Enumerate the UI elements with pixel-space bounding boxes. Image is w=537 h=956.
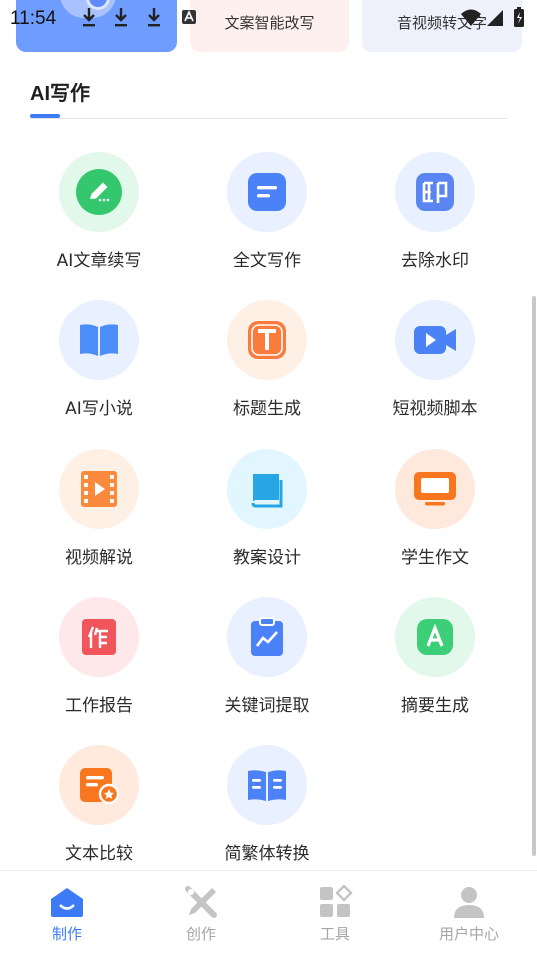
- tool-summary-generation[interactable]: 摘要生成: [370, 597, 500, 727]
- tool-icon-circle: [395, 300, 475, 380]
- nav-label: 创作: [185, 925, 216, 943]
- tool-icon-circle: [395, 597, 475, 677]
- tool-label: 短视频脚本: [392, 399, 478, 419]
- grid-icon: [320, 885, 353, 917]
- tool-ai-continue-writing[interactable]: AI文章续写: [34, 152, 164, 282]
- tool-icon-circle: [59, 745, 139, 825]
- tool-icon-circle: [227, 300, 307, 380]
- tool-simplified-traditional-convert[interactable]: 简繁体转换: [202, 745, 332, 875]
- signal-icon: [487, 10, 503, 26]
- tool-title-generation[interactable]: 标题生成: [202, 300, 332, 430]
- document-icon: [248, 173, 286, 211]
- tool-video-commentary[interactable]: 视频解说: [34, 449, 164, 579]
- tool-icon-circle: [59, 300, 139, 380]
- nav-item-tools[interactable]: 工具: [268, 871, 402, 956]
- film-icon: [81, 471, 117, 507]
- tool-keyword-extraction[interactable]: 关键词提取: [202, 597, 332, 727]
- battery-icon: [514, 7, 524, 27]
- tool-label: 学生作文: [401, 548, 469, 568]
- download-icon: [83, 8, 95, 27]
- home-icon: [51, 888, 83, 917]
- tool-icon-circle: [395, 449, 475, 529]
- compare-doc-icon: [80, 768, 120, 805]
- tool-icon-circle: [227, 597, 307, 677]
- tool-full-text-writing[interactable]: 全文写作: [202, 152, 332, 282]
- tool-icon-circle: [59, 152, 139, 232]
- tool-label: 标题生成: [233, 399, 301, 419]
- download-icon: [115, 8, 127, 27]
- tool-icon-circle: [227, 449, 307, 529]
- tool-label: 全文写作: [233, 251, 301, 271]
- nav-label: 工具: [319, 925, 350, 943]
- nav-item-make[interactable]: 制作: [0, 871, 134, 956]
- textbook-icon: [251, 474, 283, 508]
- stamp-icon: [416, 173, 454, 211]
- section-title: AI写作: [30, 83, 90, 105]
- tool-label: 摘要生成: [401, 696, 469, 716]
- tools-icon: [185, 886, 217, 918]
- tool-label: 视频解说: [65, 548, 133, 568]
- pencil-icon: [76, 169, 122, 215]
- tool-label: 简繁体转换: [224, 844, 310, 864]
- title-t-icon: [248, 321, 286, 359]
- top-area: 文案智能改写 音视频转文字 11:54: [0, 0, 537, 60]
- promo-card-2[interactable]: 文案智能改写: [190, 0, 349, 52]
- status-time: 11:54: [10, 8, 57, 29]
- video-camera-icon: [414, 326, 456, 354]
- tool-label: 工作报告: [65, 696, 133, 716]
- tool-label: AI文章续写: [56, 251, 142, 271]
- tool-icon-circle: [227, 152, 307, 232]
- notification-a-icon: [182, 10, 196, 24]
- tool-label: AI写小说: [65, 399, 133, 419]
- book-icon: [80, 324, 118, 356]
- tool-label: 教案设计: [233, 548, 301, 568]
- tool-remove-watermark[interactable]: 去除水印: [370, 152, 500, 282]
- nav-label: 用户中心: [438, 925, 499, 943]
- tool-icon-circle: [59, 597, 139, 677]
- tool-short-video-script[interactable]: 短视频脚本: [370, 300, 500, 430]
- bottom-navigation: 制作 创作 工具 用户中心: [0, 870, 537, 956]
- monitor-icon: [414, 472, 456, 506]
- nav-label: 制作: [51, 925, 82, 943]
- tool-label: 关键词提取: [224, 696, 310, 716]
- nav-item-create[interactable]: 创作: [134, 871, 268, 956]
- tool-icon-circle: [59, 449, 139, 529]
- tool-student-essay[interactable]: 学生作文: [370, 449, 500, 579]
- tool-lesson-plan[interactable]: 教案设计: [202, 449, 332, 579]
- tool-label: 文本比较: [65, 844, 133, 864]
- section-divider: [30, 118, 508, 119]
- report-icon: [82, 619, 116, 655]
- scrollbar[interactable]: [532, 296, 536, 856]
- wifi-icon: [461, 9, 481, 26]
- tool-text-compare[interactable]: 文本比较: [34, 745, 164, 875]
- promo-card-subtitle: 文案智能改写: [224, 14, 315, 32]
- clipboard-chart-icon: [251, 617, 283, 656]
- nav-item-user-center[interactable]: 用户中心: [402, 871, 536, 956]
- user-icon: [454, 887, 484, 918]
- download-icon: [148, 8, 160, 27]
- tool-label: 去除水印: [401, 251, 469, 271]
- summary-a-icon: [417, 619, 453, 655]
- open-book-icon: [248, 770, 286, 801]
- tool-icon-circle: [395, 152, 475, 232]
- tool-work-report[interactable]: 工作报告: [34, 597, 164, 727]
- tool-icon-circle: [227, 745, 307, 825]
- tool-ai-novel[interactable]: AI写小说: [34, 300, 164, 430]
